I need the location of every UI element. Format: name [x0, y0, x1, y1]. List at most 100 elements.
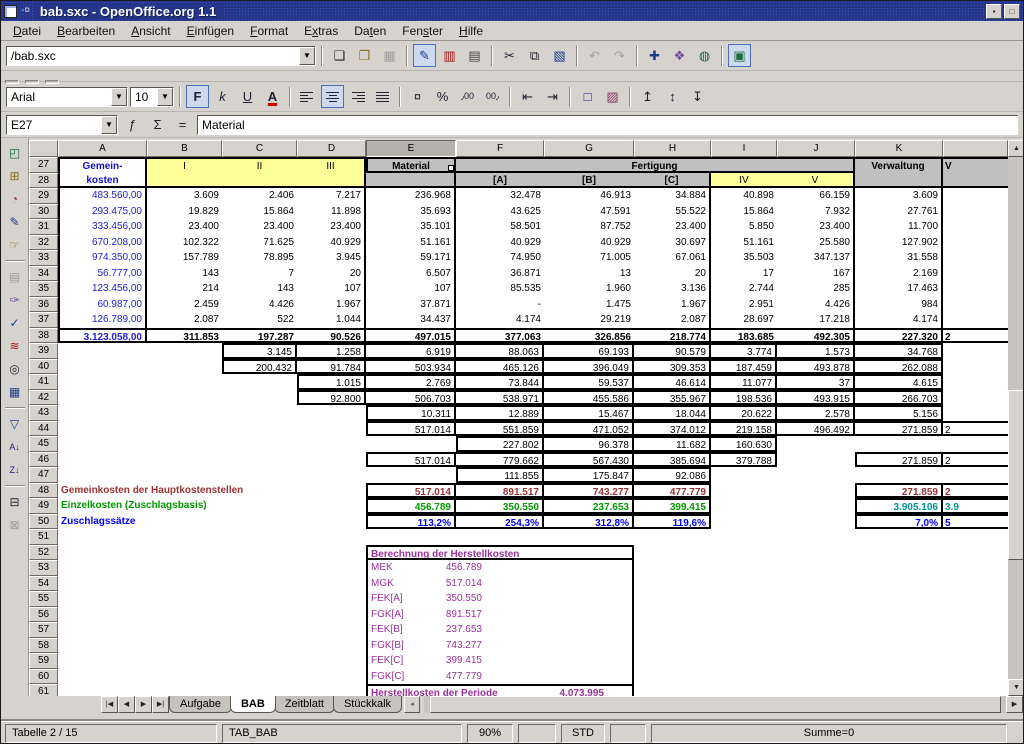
- cell-J32[interactable]: 25.580: [777, 235, 855, 251]
- cell-H38[interactable]: 218.774: [634, 328, 711, 344]
- cell-E28[interactable]: [366, 173, 456, 189]
- cell-I45[interactable]: 160.630: [711, 436, 777, 452]
- next-sheet-icon[interactable]: ▶: [135, 696, 152, 713]
- cell-K38[interactable]: 227.320: [855, 328, 943, 344]
- insert-icon[interactable]: ◰: [4, 142, 26, 164]
- cell-H32[interactable]: 30.697: [634, 235, 711, 251]
- cell-I38[interactable]: 183.685: [711, 328, 777, 344]
- cell-G44[interactable]: 471.052: [544, 421, 634, 437]
- align-left-icon[interactable]: [296, 85, 319, 108]
- cell-J44[interactable]: 496.492: [777, 421, 855, 437]
- cell-D36[interactable]: 1.967: [297, 297, 366, 313]
- find-replace-icon[interactable]: ◎: [4, 358, 26, 380]
- cell-reference-box[interactable]: E27 ▼: [6, 115, 118, 135]
- cell-K43[interactable]: 5.156: [855, 405, 943, 421]
- cell-K34[interactable]: 2.169: [855, 266, 943, 282]
- maximize-button[interactable]: □: [1004, 4, 1020, 19]
- cell-E61[interactable]: Herstellkosten der Periode4.073.995: [366, 684, 634, 696]
- sheet-tab-zeitblatt[interactable]: Zeitblatt: [274, 696, 335, 713]
- row-header-48[interactable]: 48: [29, 483, 58, 499]
- cell-H31[interactable]: 23.400: [634, 219, 711, 235]
- cell-I29[interactable]: 40.898: [711, 188, 777, 204]
- cell-A33[interactable]: 974.350,00: [58, 250, 147, 266]
- cell-K37[interactable]: 4.174: [855, 312, 943, 328]
- chevron-down-icon[interactable]: ▼: [101, 116, 117, 134]
- menu-datei[interactable]: Datei: [5, 22, 49, 40]
- align-right-icon[interactable]: [346, 85, 369, 108]
- cell-G50[interactable]: 312,8%: [544, 514, 634, 530]
- cell-B35[interactable]: 214: [147, 281, 222, 297]
- align-bottom-icon[interactable]: ↧: [686, 85, 709, 108]
- increase-indent-icon[interactable]: ⇥: [541, 85, 564, 108]
- cell-E56[interactable]: FGK[A]891.517: [366, 607, 634, 623]
- col-header-I[interactable]: I: [711, 140, 777, 157]
- menu-einfügen[interactable]: Einfügen: [179, 22, 242, 40]
- cell-K29[interactable]: 3.609: [855, 188, 943, 204]
- cell-J42[interactable]: 493.915: [777, 390, 855, 406]
- iconify-button[interactable]: ▪: [986, 4, 1002, 19]
- cell-I44[interactable]: 219.158: [711, 421, 777, 437]
- cell-G45[interactable]: 96.378: [544, 436, 634, 452]
- cell-E33[interactable]: 59.171: [366, 250, 456, 266]
- horizontal-scrollbar[interactable]: ▶: [424, 696, 1023, 713]
- chevron-down-icon[interactable]: ▼: [157, 88, 173, 106]
- cell-J37[interactable]: 17.218: [777, 312, 855, 328]
- cell-K30[interactable]: 27.761: [855, 204, 943, 220]
- cell-I28[interactable]: IV: [711, 173, 777, 189]
- menu-fenster[interactable]: Fenster: [394, 22, 451, 40]
- cell-A48[interactable]: Gemeinkosten der Hauptkostenstellen: [58, 483, 366, 499]
- cell-F48[interactable]: 891.517: [456, 483, 544, 499]
- cell-F39[interactable]: 88.063: [456, 343, 544, 359]
- redo-icon[interactable]: ↷: [608, 44, 631, 67]
- cell-I41[interactable]: 11.077: [711, 374, 777, 390]
- grid-corner[interactable]: [29, 140, 58, 157]
- menu-format[interactable]: Format: [242, 22, 296, 40]
- cell-F49[interactable]: 350.550: [456, 498, 544, 514]
- cell-C37[interactable]: 522: [222, 312, 297, 328]
- insert-chart-icon[interactable]: ◔: [4, 188, 26, 210]
- cell-I31[interactable]: 5.850: [711, 219, 777, 235]
- cell-K28[interactable]: [855, 173, 943, 189]
- row-header-37[interactable]: 37: [29, 312, 58, 328]
- cell-I32[interactable]: 51.161: [711, 235, 777, 251]
- decrease-indent-icon[interactable]: ⇤: [516, 85, 539, 108]
- tab-scroll-button[interactable]: ◂: [404, 696, 420, 713]
- cell-A32[interactable]: 670.208,00: [58, 235, 147, 251]
- cell-B31[interactable]: 23.400: [147, 219, 222, 235]
- row-header-32[interactable]: 32: [29, 235, 58, 251]
- cell-K46[interactable]: 271.859: [855, 452, 943, 468]
- cell-E41[interactable]: 2.769: [366, 374, 456, 390]
- row-header-51[interactable]: 51: [29, 529, 58, 545]
- cell-C36[interactable]: 4.426: [222, 297, 297, 313]
- cell-H49[interactable]: 399.415: [634, 498, 711, 514]
- cell-B37[interactable]: 2.087: [147, 312, 222, 328]
- title-bar[interactable]: -¤ bab.sxc - OpenOffice.org 1.1 ▪□: [1, 1, 1023, 21]
- cell-A35[interactable]: 123.456,00: [58, 281, 147, 297]
- insert-cells-icon[interactable]: ⊞: [4, 165, 26, 187]
- col-header-K[interactable]: K: [855, 140, 943, 157]
- font-name-combobox[interactable]: Arial ▼: [6, 87, 128, 107]
- cell-J43[interactable]: 2.578: [777, 405, 855, 421]
- cell-E48[interactable]: 517.014: [366, 483, 456, 499]
- cell-I30[interactable]: 15.864: [711, 204, 777, 220]
- insert-from-file-icon[interactable]: ▤: [4, 266, 26, 288]
- cell-C30[interactable]: 15.864: [222, 204, 297, 220]
- cell-D40[interactable]: 91.784: [297, 359, 366, 375]
- cell-J31[interactable]: 23.400: [777, 219, 855, 235]
- cell-C32[interactable]: 71.625: [222, 235, 297, 251]
- add-decimal-icon[interactable]: ٫00: [456, 85, 479, 108]
- col-header-E[interactable]: E: [366, 140, 456, 157]
- cell-D34[interactable]: 20: [297, 266, 366, 282]
- cell-D31[interactable]: 23.400: [297, 219, 366, 235]
- row-header-56[interactable]: 56: [29, 607, 58, 623]
- cell-B38[interactable]: 311.853: [147, 328, 222, 344]
- align-center-icon[interactable]: [321, 85, 344, 108]
- sort-ascending-icon[interactable]: A↓: [4, 436, 26, 458]
- cell-J39[interactable]: 1.573: [777, 343, 855, 359]
- cell-J36[interactable]: 4.426: [777, 297, 855, 313]
- vertical-scrollbar[interactable]: ▲ ▼: [1008, 140, 1024, 696]
- cell-G28[interactable]: [B]: [544, 173, 634, 189]
- cell-A49[interactable]: Einzelkosten (Zuschlagsbasis): [58, 498, 366, 514]
- row-header-39[interactable]: 39: [29, 343, 58, 359]
- align-vcenter-icon[interactable]: ↕: [661, 85, 684, 108]
